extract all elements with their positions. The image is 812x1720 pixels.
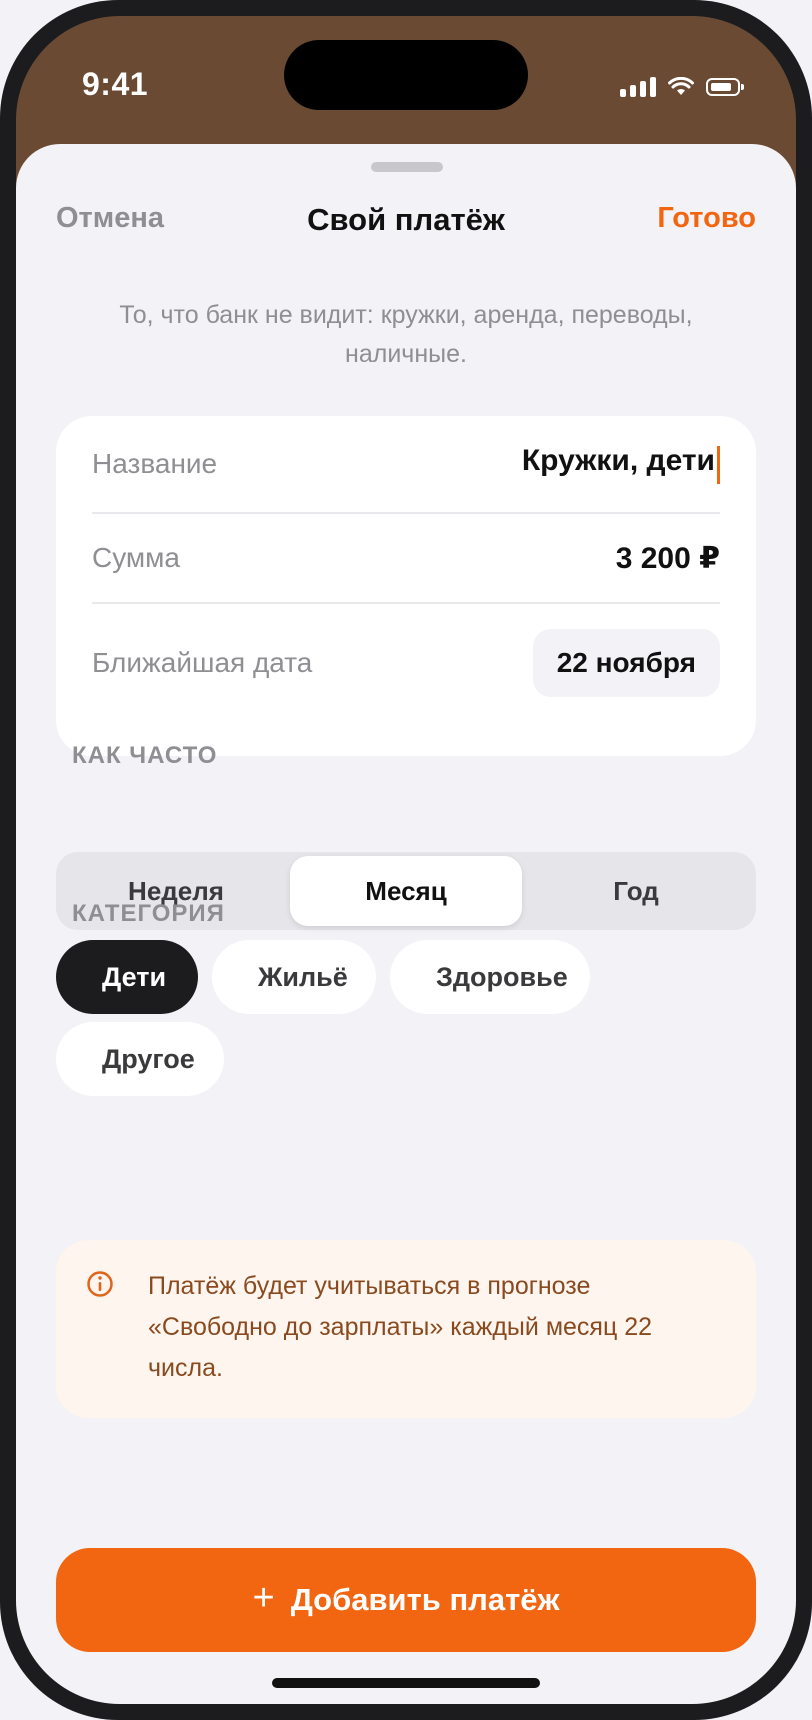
frequency-option-month[interactable]: Месяц bbox=[290, 856, 522, 926]
category-chip-kids[interactable]: Дети bbox=[56, 940, 198, 1014]
category-chip-label: Жильё bbox=[258, 961, 348, 992]
amount-row[interactable]: Сумма 3 200 ₽ bbox=[92, 514, 720, 602]
cellular-signal-icon bbox=[620, 77, 656, 97]
text-caret bbox=[717, 446, 720, 485]
sheet-subtitle: То, что банк не видит: кружки, аренда, п… bbox=[119, 301, 693, 368]
name-value[interactable]: Кружки, дети bbox=[522, 444, 715, 477]
status-time: 9:41 bbox=[82, 66, 149, 102]
frequency-option-year[interactable]: Год bbox=[520, 856, 752, 926]
date-picker-button[interactable]: 22 ноября bbox=[532, 629, 720, 697]
frequency-section-label: КАК ЧАСТО bbox=[72, 742, 218, 769]
status-icons bbox=[620, 74, 744, 100]
dynamic-island bbox=[284, 40, 528, 110]
wifi-icon bbox=[668, 77, 694, 95]
category-section-label: КАТЕГОРИЯ bbox=[72, 900, 225, 927]
name-label: Название bbox=[92, 448, 218, 479]
phone-frame: 9:41 Отмена Свой платёж Готово То, что б… bbox=[0, 0, 812, 1720]
home-indicator[interactable] bbox=[272, 1678, 540, 1688]
amount-label: Сумма bbox=[92, 542, 180, 573]
category-chip-label: Другое bbox=[102, 1043, 195, 1074]
date-row[interactable]: Ближайшая дата 22 ноября bbox=[92, 604, 720, 722]
done-button[interactable]: Готово bbox=[657, 202, 756, 235]
battery-icon bbox=[706, 78, 744, 96]
date-label: Ближайшая дата bbox=[92, 647, 313, 678]
add-payment-label: Добавить платёж bbox=[290, 1582, 560, 1617]
screen: 9:41 Отмена Свой платёж Готово То, что б… bbox=[16, 16, 796, 1704]
sheet-grabber[interactable] bbox=[371, 162, 443, 172]
category-chip-label: Дети bbox=[102, 961, 167, 992]
amount-value[interactable]: 3 200 ₽ bbox=[616, 541, 720, 576]
forecast-notice: Платёж будет учитываться в прогнозе «Сво… bbox=[56, 1240, 756, 1418]
info-icon bbox=[87, 1271, 113, 1297]
bottom-sheet: Отмена Свой платёж Готово То, что банк н… bbox=[16, 144, 796, 1704]
plus-icon: + bbox=[252, 1577, 275, 1619]
name-field[interactable]: Кружки, дети bbox=[522, 444, 720, 485]
category-chip-label: Здоровье bbox=[436, 961, 568, 992]
add-payment-button[interactable]: + Добавить платёж bbox=[56, 1548, 756, 1652]
notice-text: Платёж будет учитываться в прогнозе «Сво… bbox=[148, 1272, 653, 1382]
category-chip-health[interactable]: Здоровье bbox=[390, 940, 590, 1014]
category-chip-other[interactable]: Другое bbox=[56, 1022, 224, 1096]
payment-form-card: Название Кружки, дети Сумма 3 200 ₽ Ближ… bbox=[56, 416, 756, 756]
name-row[interactable]: Название Кружки, дети bbox=[92, 416, 720, 512]
cancel-button[interactable]: Отмена bbox=[56, 202, 164, 235]
category-chip-housing[interactable]: Жильё bbox=[212, 940, 376, 1014]
